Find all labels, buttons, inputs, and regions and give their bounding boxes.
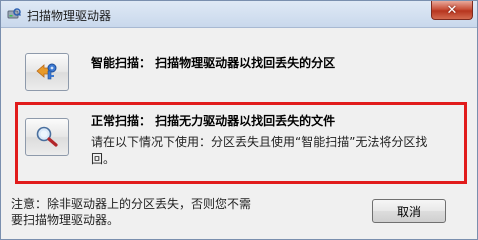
smart-scan-button[interactable] [25, 53, 69, 91]
magnifier-icon [34, 124, 60, 151]
drive-key-scan-icon [34, 59, 60, 86]
normal-scan-label[interactable]: 正常扫描： 扫描无力驱动器以找回丢失的文件 [91, 112, 335, 129]
title-bar[interactable]: 扫描物理驱动器 ✕ [1, 1, 477, 28]
close-icon: ✕ [446, 2, 458, 18]
dialog-content: 智能扫描： 扫描物理驱动器以找回丢失的分区 正常扫描： 扫描无力驱动器以找回丢失… [1, 28, 477, 239]
smart-scan-label[interactable]: 智能扫描： 扫描物理驱动器以找回丢失的分区 [91, 54, 335, 71]
window-title: 扫描物理驱动器 [27, 9, 112, 23]
close-button[interactable]: ✕ [431, 1, 473, 20]
normal-scan-button[interactable] [25, 118, 69, 156]
normal-scan-description: 请在以下情况下使用：分区丢失且使用“智能扫描”无法将分区找回。 [91, 135, 428, 166]
scan-drive-dialog: 扫描物理驱动器 ✕ 智能扫描： 扫描物理驱动器以找回丢失的分区 正常扫描： 扫描… [0, 0, 478, 240]
drive-scan-icon [7, 7, 22, 21]
cancel-button[interactable]: 取消 [372, 199, 446, 223]
footer-note: 注意：除非驱动器上的分区丢失，否则您不需要扫描物理驱动器。 [11, 197, 252, 227]
